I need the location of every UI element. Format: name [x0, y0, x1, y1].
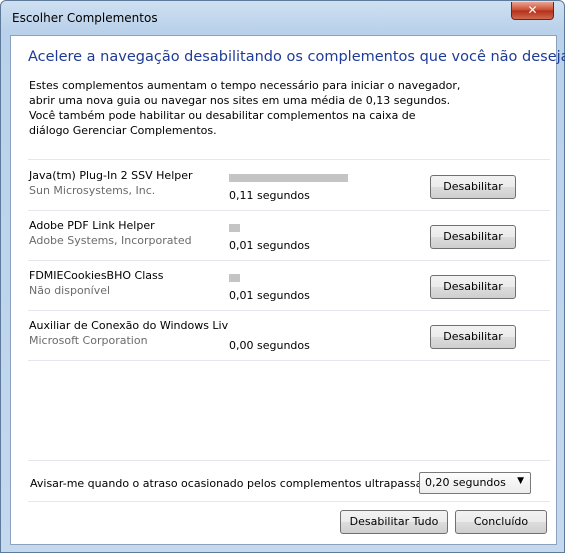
addon-load-time: 0,00 segundos — [229, 339, 310, 352]
window-title: Escolher Complementos — [12, 11, 158, 25]
notify-threshold-label: Avisar-me quando o atraso ocasionado pel… — [30, 477, 431, 490]
addon-row: FDMIECookiesBHO Class Não disponível 0,0… — [11, 260, 558, 310]
load-time-bar — [229, 174, 348, 182]
addon-publisher: Não disponível — [29, 284, 111, 297]
addon-name: Auxiliar de Conexão do Windows Liv — [29, 319, 229, 332]
intro-line: abrir uma nova guia ou navegar nos sites… — [29, 94, 451, 107]
disable-button[interactable]: Desabilitar — [430, 175, 516, 199]
dialog-window: Escolher Complementos ✕ Acelere a navega… — [0, 0, 565, 553]
divider — [28, 360, 550, 361]
done-button[interactable]: Concluído — [455, 510, 547, 534]
intro-text: Estes complementos aumentam o tempo nece… — [29, 78, 461, 138]
page-title: Acelere a navegação desabilitando os com… — [28, 49, 565, 65]
close-button[interactable]: ✕ — [511, 2, 554, 20]
load-time-bar — [229, 224, 240, 232]
intro-line: Você também pode habilitar ou desabilita… — [29, 109, 416, 122]
divider — [28, 501, 550, 502]
close-icon: ✕ — [527, 3, 538, 17]
disable-all-button[interactable]: Desabilitar Tudo — [340, 510, 448, 534]
dialog-content: Acelere a navegação desabilitando os com… — [10, 35, 565, 545]
addon-load-time: 0,01 segundos — [229, 239, 310, 252]
addon-row: Java(tm) Plug-In 2 SSV Helper Sun Micros… — [11, 160, 558, 210]
threshold-value: 0,20 segundos — [425, 476, 506, 489]
chevron-down-icon: ▼ — [517, 476, 524, 486]
title-bar[interactable]: Escolher Complementos ✕ — [1, 1, 564, 35]
load-time-bar — [229, 274, 240, 282]
disable-button[interactable]: Desabilitar — [430, 275, 516, 299]
divider — [28, 460, 550, 461]
addon-publisher: Adobe Systems, Incorporated — [29, 234, 192, 247]
addon-name: Java(tm) Plug-In 2 SSV Helper — [29, 169, 193, 182]
addon-load-time: 0,11 segundos — [229, 189, 310, 202]
addon-name: FDMIECookiesBHO Class — [29, 269, 164, 282]
addon-publisher: Sun Microsystems, Inc. — [29, 184, 156, 197]
disable-button[interactable]: Desabilitar — [430, 325, 516, 349]
addon-row: Auxiliar de Conexão do Windows Liv Micro… — [11, 310, 558, 360]
disable-button[interactable]: Desabilitar — [430, 225, 516, 249]
addon-name: Adobe PDF Link Helper — [29, 219, 155, 232]
threshold-select[interactable]: 0,20 segundos ▼ — [419, 472, 531, 494]
addon-publisher: Microsoft Corporation — [29, 334, 148, 347]
intro-line: Estes complementos aumentam o tempo nece… — [29, 79, 461, 92]
addon-row: Adobe PDF Link Helper Adobe Systems, Inc… — [11, 210, 558, 260]
intro-line: diálogo Gerenciar Complementos. — [29, 124, 217, 137]
addon-load-time: 0,01 segundos — [229, 289, 310, 302]
